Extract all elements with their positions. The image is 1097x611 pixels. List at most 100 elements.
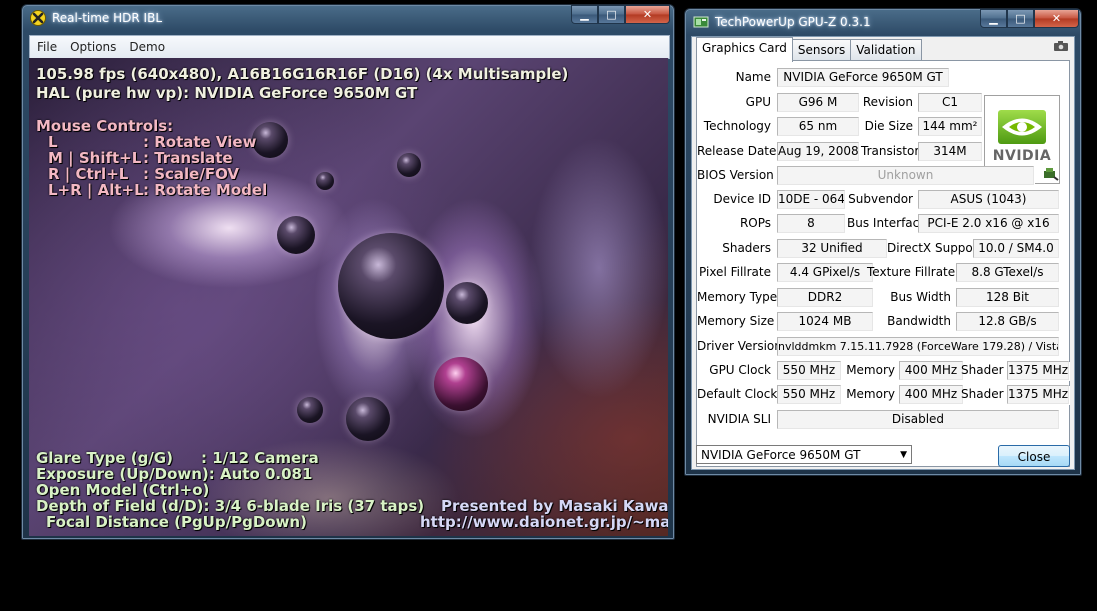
device-id-label: Device ID: [713, 192, 771, 206]
shader-clock-label: Shader: [961, 363, 1004, 377]
gpuz-body: Graphics Card Sensors Validation Name NV…: [691, 36, 1075, 470]
device-id-value: 10DE - 064C: [777, 190, 845, 209]
depth-of-field-readout: Depth of Field (d/D): 3/4 6-blade Iris (…: [36, 497, 425, 515]
memory-clock-label: Memory: [846, 363, 895, 377]
hdr-titlebar[interactable]: Real-time HDR IBL ▁ □ ✕: [22, 5, 674, 31]
graphics-card-panel: Name NVIDIA GeForce 9650M GT NVIDIA GPU …: [696, 60, 1070, 467]
sli-label: NVIDIA SLI: [707, 412, 771, 426]
mouse-control-row: R | Ctrl+L: Scale/FOV: [36, 166, 239, 182]
gpuz-titlebar[interactable]: TechPowerUp GPU-Z 0.3.1 ▁ □ ✕: [685, 9, 1081, 35]
glass-sphere: [297, 397, 323, 423]
mouse-control-row: L+R | Alt+L: Rotate Model: [36, 182, 267, 198]
mouse-control-key: R | Ctrl+L: [48, 165, 129, 183]
glass-sphere: [252, 122, 288, 158]
memory-size-value: 1024 MB: [777, 312, 873, 331]
maximize-button[interactable]: □: [1007, 9, 1034, 28]
minimize-button[interactable]: ▁: [980, 9, 1007, 28]
bios-value: Unknown: [777, 166, 1034, 185]
gpuz-window-title: TechPowerUp GPU-Z 0.3.1: [715, 15, 871, 29]
shader-clock-value: 1375 MHz: [1007, 361, 1069, 380]
gpuz-app-icon: [693, 16, 709, 28]
gpuz-window-controls: ▁ □ ✕: [980, 9, 1079, 28]
driver-label: Driver Version: [697, 339, 782, 353]
gpu-value: G96 M: [777, 93, 859, 112]
transistors-value: 314M: [918, 142, 982, 161]
menu-options[interactable]: Options: [70, 40, 116, 54]
memory-type-value: DDR2: [777, 288, 873, 307]
tab-sensors[interactable]: Sensors: [791, 39, 852, 61]
close-button[interactable]: Close: [998, 445, 1070, 467]
pixel-fillrate-value: 4.4 GPixel/s: [777, 263, 873, 282]
maximize-button[interactable]: □: [598, 5, 625, 24]
card-select-value: NVIDIA GeForce 9650M GT: [701, 448, 861, 462]
glass-sphere: [316, 172, 334, 190]
directx-value: 10.0 / SM4.0: [973, 239, 1059, 258]
pixel-fillrate-label: Pixel Fillrate: [699, 265, 771, 279]
default-memory-label: Memory: [846, 387, 895, 401]
default-shader-value: 1375 MHz: [1007, 385, 1069, 404]
bus-interface-value: PCI-E 2.0 x16 @ x16: [918, 214, 1059, 233]
texture-fillrate-label: Texture Fillrate: [867, 265, 956, 279]
bus-width-value: 128 Bit: [956, 288, 1059, 307]
screenshot-camera-icon[interactable]: [1054, 41, 1068, 51]
card-select-dropdown[interactable]: NVIDIA GeForce 9650M GT ▼: [696, 445, 912, 464]
rops-label: ROPs: [739, 216, 771, 230]
chevron-down-icon: ▼: [900, 450, 907, 460]
glass-sphere: [434, 357, 488, 411]
credit-text: Presented by Masaki Kawase,: [441, 497, 668, 515]
shaders-label: Shaders: [722, 241, 771, 255]
open-model-hint: Open Model (Ctrl+o): [36, 481, 210, 499]
name-label: Name: [735, 70, 771, 84]
mouse-control-key: L+R | Alt+L: [48, 181, 144, 199]
tab-validation[interactable]: Validation: [850, 39, 922, 61]
close-window-button[interactable]: ✕: [1034, 9, 1079, 28]
hdr-window-controls: ▁ □ ✕: [571, 5, 670, 24]
rops-value: 8: [777, 214, 845, 233]
minimize-icon: ▁: [989, 12, 998, 25]
exposure-readout: Exposure (Up/Down): Auto 0.081: [36, 465, 313, 483]
menu-file[interactable]: File: [37, 40, 57, 54]
glass-sphere: [397, 153, 421, 177]
maximize-icon: □: [1015, 12, 1026, 25]
texture-fillrate-value: 8.8 GTexel/s: [956, 263, 1059, 282]
mouse-control-action: : Rotate Model: [143, 181, 268, 199]
default-shader-label: Shader: [961, 387, 1004, 401]
menu-demo[interactable]: Demo: [129, 40, 165, 54]
mouse-controls-title: Mouse Controls:: [36, 117, 174, 135]
glare-type-label: Glare Type (g/G): [36, 449, 173, 467]
bios-save-icon[interactable]: [1041, 165, 1059, 183]
subvendor-label: Subvendor: [848, 192, 913, 206]
revision-value: C1: [918, 93, 982, 112]
tab-graphics-card[interactable]: Graphics Card: [696, 37, 793, 62]
glass-sphere: [338, 233, 444, 339]
directx-label: DirectX Support: [887, 241, 983, 255]
author-url: http://www.daionet.gr.jp/~masa: [420, 513, 668, 531]
render-viewport[interactable]: 105.98 fps (640x480), A16B16G16R16F (D16…: [29, 58, 668, 536]
default-clock-label: Default Clock: [697, 387, 778, 401]
close-icon: ✕: [1051, 12, 1062, 25]
mouse-control-key: M | Shift+L: [48, 149, 142, 167]
technology-label: Technology: [703, 119, 771, 133]
release-date-label: Release Date: [697, 144, 777, 158]
hdr-window: Real-time HDR IBL ▁ □ ✕ File Options Dem…: [21, 4, 675, 540]
default-memory-value: 400 MHz: [899, 385, 963, 404]
mouse-control-row: M | Shift+L: Translate: [36, 150, 233, 166]
glare-type-readout: Glare Type (g/G): 1/12 Camera: [36, 450, 319, 466]
transistors-label: Transistors: [861, 144, 926, 158]
gpu-label: GPU: [745, 95, 771, 109]
gpu-clock-value: 550 MHz: [777, 361, 841, 380]
mouse-control-row: L: Rotate View: [36, 134, 256, 150]
gpuz-window: TechPowerUp GPU-Z 0.3.1 ▁ □ ✕ Graphics C…: [684, 8, 1082, 476]
technology-value: 65 nm: [777, 117, 859, 136]
close-window-button[interactable]: ✕: [625, 5, 670, 24]
mouse-control-key: L: [48, 133, 58, 151]
tab-strip: Graphics Card Sensors Validation: [696, 37, 922, 62]
glass-sphere: [277, 216, 315, 254]
bios-label: BIOS Version: [697, 168, 774, 182]
bus-interface-label: Bus Interface: [847, 216, 927, 230]
directx-app-icon: [30, 10, 46, 26]
maximize-icon: □: [606, 8, 617, 21]
minimize-button[interactable]: ▁: [571, 5, 598, 24]
memory-size-label: Memory Size: [697, 314, 775, 328]
nvidia-logo-text: NVIDIA: [992, 148, 1052, 164]
